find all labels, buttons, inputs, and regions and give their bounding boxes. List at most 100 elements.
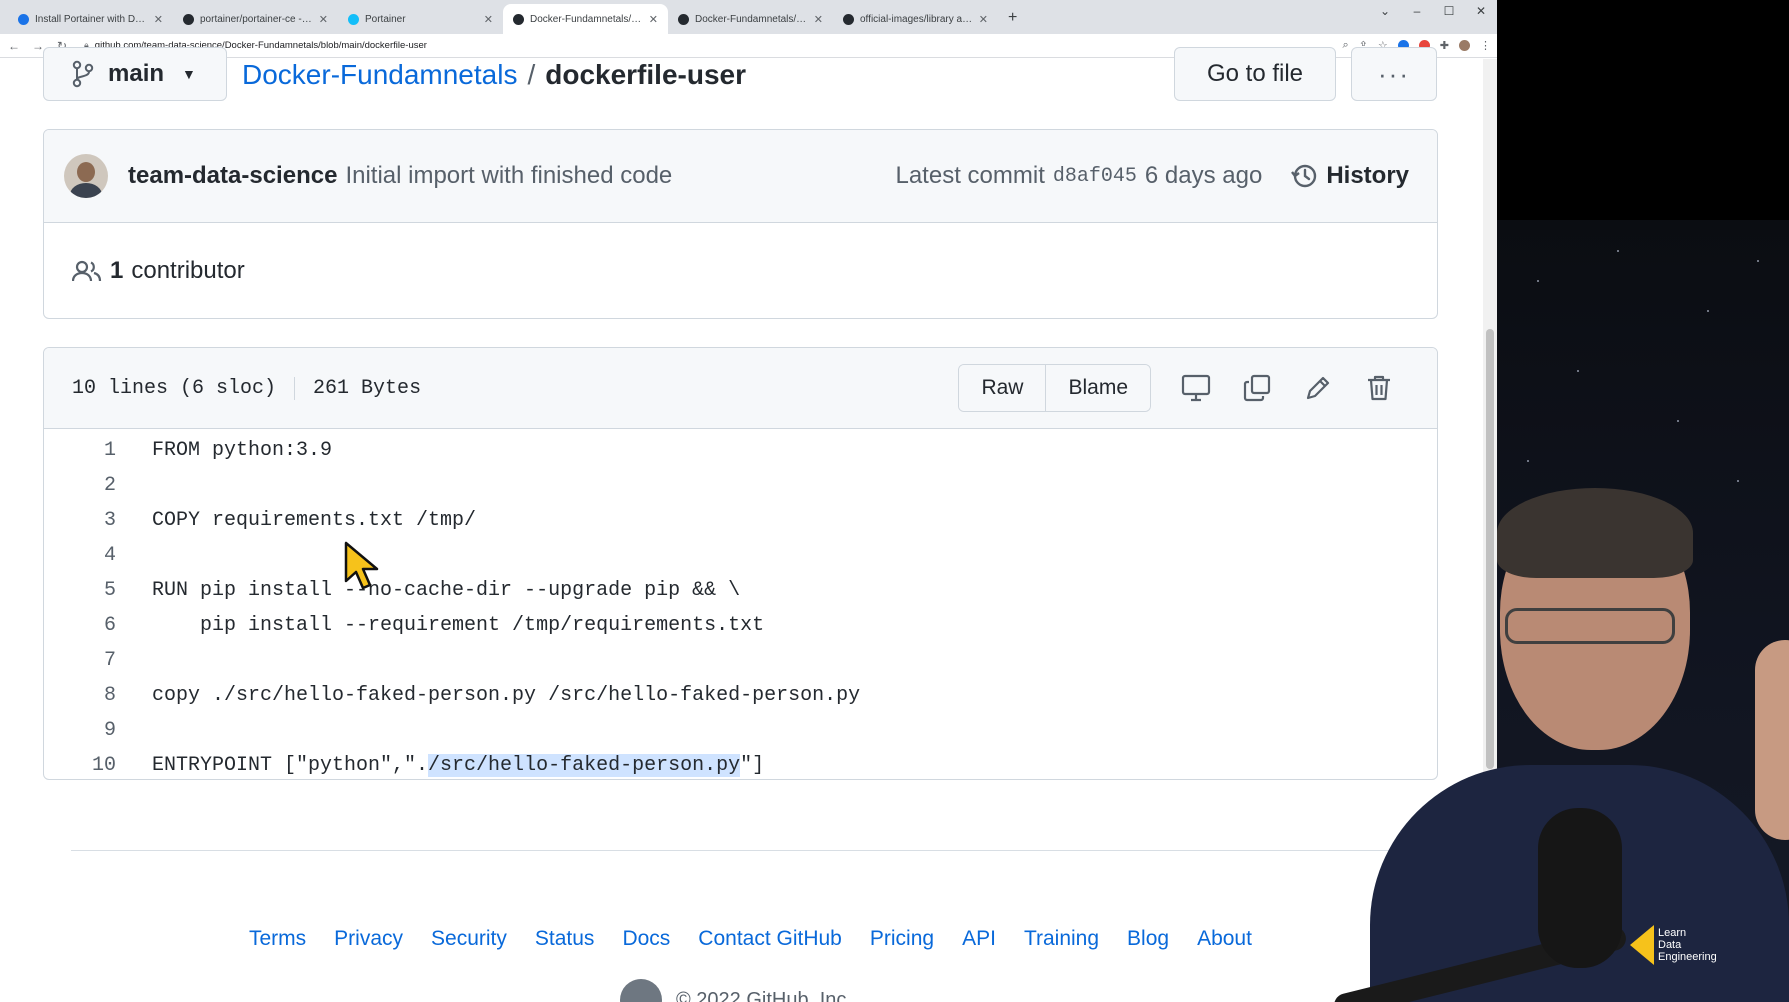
presenter-hair bbox=[1497, 488, 1693, 578]
line-number[interactable]: 10 bbox=[44, 754, 116, 777]
tab-search-icon[interactable]: ⌄ bbox=[1369, 0, 1401, 24]
browser-tab[interactable]: Docker-Fundamnetals/requireme✕ bbox=[668, 4, 833, 34]
profile-avatar-icon[interactable] bbox=[1459, 40, 1470, 51]
raw-blame-button-group: Raw Blame bbox=[958, 364, 1151, 412]
commit-author-link[interactable]: team-data-science bbox=[128, 162, 337, 190]
history-label: History bbox=[1326, 162, 1409, 189]
logo-text-line: Engineering bbox=[1658, 951, 1717, 963]
github-logo-icon[interactable] bbox=[620, 979, 662, 1002]
commit-info-box: team-data-science Initial import with fi… bbox=[43, 129, 1438, 319]
line-number[interactable]: 5 bbox=[44, 579, 116, 602]
line-number[interactable]: 3 bbox=[44, 509, 116, 532]
footer-link-privacy[interactable]: Privacy bbox=[334, 927, 403, 951]
git-branch-icon bbox=[72, 60, 94, 88]
code-line: 9 bbox=[44, 713, 1437, 748]
line-number[interactable]: 7 bbox=[44, 649, 116, 672]
footer-link-training[interactable]: Training bbox=[1024, 927, 1099, 951]
footer-link-about[interactable]: About bbox=[1197, 927, 1252, 951]
copyright: © 2022 GitHub, Inc. bbox=[676, 988, 852, 1002]
logo-text-line: Learn bbox=[1658, 927, 1687, 939]
menu-kebab-icon[interactable]: ⋮ bbox=[1480, 39, 1491, 52]
commit-message-link[interactable]: Initial import with finished code bbox=[345, 162, 895, 190]
trash-icon[interactable] bbox=[1348, 374, 1409, 402]
scrollbar-thumb[interactable] bbox=[1486, 329, 1494, 769]
footer-link-api[interactable]: API bbox=[962, 927, 996, 951]
line-number[interactable]: 4 bbox=[44, 544, 116, 567]
tab-strip: Install Portainer with Docker on✕ portai… bbox=[0, 0, 1497, 34]
people-icon bbox=[72, 260, 102, 282]
footer-link-docs[interactable]: Docs bbox=[622, 927, 670, 951]
code-text: pip install --requirement /tmp/requireme… bbox=[152, 614, 765, 637]
breadcrumb: Docker-Fundamnetals / dockerfile-user bbox=[242, 59, 746, 91]
close-window-icon[interactable]: ✕ bbox=[1465, 0, 1497, 24]
browser-tab[interactable]: Portainer ✕ bbox=[338, 4, 503, 34]
contributor-count: 1 bbox=[110, 257, 124, 284]
github-icon bbox=[843, 13, 854, 25]
branch-name: main bbox=[108, 60, 165, 87]
extensions-puzzle-icon[interactable]: ✚ bbox=[1440, 39, 1449, 52]
close-icon[interactable]: ✕ bbox=[319, 13, 328, 26]
commit-time: 6 days ago bbox=[1144, 162, 1263, 189]
browser-tab[interactable]: portainer/portainer-ce - Docker✕ bbox=[173, 4, 338, 34]
breadcrumb-separator: / bbox=[527, 59, 536, 90]
footer-link-contact[interactable]: Contact GitHub bbox=[698, 927, 842, 951]
back-icon[interactable]: ← bbox=[6, 39, 22, 53]
line-number[interactable]: 1 bbox=[44, 439, 116, 462]
footer-link-security[interactable]: Security bbox=[431, 927, 507, 951]
browser-tab[interactable]: official-images/library at master✕ bbox=[833, 4, 998, 34]
code-line: 1 FROM python:3.9 bbox=[44, 433, 1437, 468]
contributors-row[interactable]: 1 contributor bbox=[44, 223, 1437, 318]
docker-icon bbox=[183, 13, 194, 25]
code-text-before-selection: ENTRYPOINT ["python",". bbox=[152, 754, 429, 777]
footer-link-status[interactable]: Status bbox=[535, 927, 595, 951]
branch-selector-button[interactable]: main ▼ bbox=[43, 47, 227, 101]
address-bar[interactable]: 🔒︎ github.com/team-data-science/Docker-F… bbox=[78, 36, 1335, 56]
close-icon[interactable]: ✕ bbox=[154, 13, 163, 26]
raw-button[interactable]: Raw bbox=[959, 365, 1046, 411]
close-icon[interactable]: ✕ bbox=[814, 13, 823, 26]
history-button[interactable]: History bbox=[1290, 162, 1409, 190]
code-line: 5 RUN pip install --no-cache-dir --upgrad… bbox=[44, 573, 1437, 608]
window-controls: ⌄ – ☐ ✕ bbox=[1369, 0, 1497, 24]
go-to-file-button[interactable]: Go to file bbox=[1174, 47, 1336, 101]
close-icon[interactable]: ✕ bbox=[649, 13, 658, 26]
browser-tab-active[interactable]: Docker-Fundamnetals/dockerfile✕ bbox=[503, 4, 668, 34]
learn-data-engineering-logo: Learn Data Engineering bbox=[1630, 925, 1717, 965]
commit-sha-link[interactable]: d8af045 bbox=[1053, 165, 1137, 188]
footer-link-blog[interactable]: Blog bbox=[1127, 927, 1169, 951]
footer-link-pricing[interactable]: Pricing bbox=[870, 927, 934, 951]
line-number[interactable]: 9 bbox=[44, 719, 116, 742]
more-options-button[interactable]: ··· bbox=[1351, 47, 1437, 101]
repo-link[interactable]: Docker-Fundamnetals bbox=[242, 59, 517, 91]
code-block[interactable]: 1 FROM python:3.9 2 3 COPY requirements.tx… bbox=[44, 429, 1437, 779]
footer-divider bbox=[71, 850, 1451, 851]
github-file-page: main ▼ Docker-Fundamnetals / dockerfile-… bbox=[0, 47, 1497, 1002]
portainer-icon bbox=[348, 13, 359, 25]
copy-icon[interactable] bbox=[1226, 374, 1287, 402]
code-line: 4 bbox=[44, 538, 1437, 573]
display-desktop-icon[interactable] bbox=[1165, 374, 1226, 402]
minimize-icon[interactable]: – bbox=[1401, 0, 1433, 24]
pencil-edit-icon[interactable] bbox=[1287, 374, 1348, 402]
logo-triangle-icon bbox=[1630, 925, 1654, 965]
avatar[interactable] bbox=[64, 154, 108, 198]
latest-commit-bar: team-data-science Initial import with fi… bbox=[44, 130, 1437, 223]
maximize-icon[interactable]: ☐ bbox=[1433, 0, 1465, 24]
code-text: copy ./src/hello-faked-person.py /src/he… bbox=[152, 684, 861, 707]
new-tab-button[interactable]: + bbox=[998, 9, 1027, 34]
github-icon bbox=[678, 13, 689, 25]
footer-links: Terms Privacy Security Status Docs Conta… bbox=[249, 927, 1252, 951]
close-icon[interactable]: ✕ bbox=[484, 13, 493, 26]
code-line: 6 pip install --requirement /tmp/require… bbox=[44, 608, 1437, 643]
browser-tab[interactable]: Install Portainer with Docker on✕ bbox=[8, 4, 173, 34]
line-number[interactable]: 8 bbox=[44, 684, 116, 707]
line-number[interactable]: 6 bbox=[44, 614, 116, 637]
presenter-glasses bbox=[1505, 608, 1675, 644]
blame-button[interactable]: Blame bbox=[1045, 365, 1150, 411]
presenter-hand bbox=[1755, 640, 1789, 840]
close-icon[interactable]: ✕ bbox=[979, 13, 988, 26]
line-number[interactable]: 2 bbox=[44, 474, 116, 497]
footer-link-terms[interactable]: Terms bbox=[249, 927, 306, 951]
zoom-icon[interactable]: ⌕ bbox=[1343, 39, 1349, 52]
code-text: FROM python:3.9 bbox=[152, 439, 333, 462]
